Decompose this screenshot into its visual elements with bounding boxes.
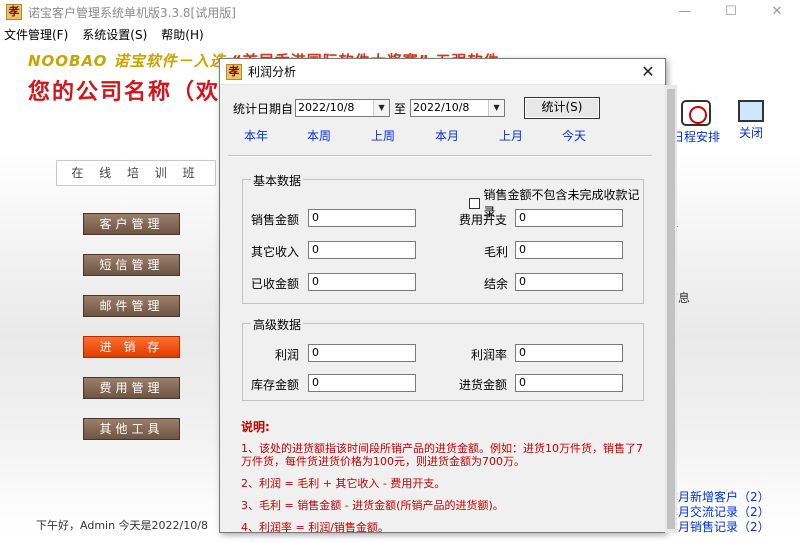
period-last-week[interactable]: 上周	[371, 127, 395, 144]
advanced-data-title: 高级数据	[251, 316, 304, 333]
checkbox-unchecked-icon[interactable]	[469, 197, 480, 209]
nav-customer-management[interactable]: 客户管理	[83, 213, 180, 235]
date-to-picker[interactable]: 2022/10/8 ▼	[410, 99, 506, 117]
nav-inventory[interactable]: 进 销 存	[83, 336, 180, 358]
sales-amount-field[interactable]: 0	[308, 209, 416, 227]
gross-profit-field[interactable]: 0	[515, 241, 623, 259]
purchase-amount-field[interactable]: 0	[515, 374, 623, 392]
statistics-button[interactable]: 统计(S)	[524, 97, 600, 119]
other-income-field[interactable]: 0	[308, 241, 416, 259]
purchase-amount-label: 进货金额	[459, 378, 508, 392]
other-income-label: 其它收入	[251, 245, 300, 259]
schedule-label: 日程安排	[672, 130, 721, 144]
schedule-button[interactable]: 日程安排	[672, 100, 720, 145]
gross-profit-label: 毛利	[484, 245, 509, 259]
profit-label: 利润	[275, 348, 300, 362]
received-amount-field[interactable]: 0	[308, 273, 416, 291]
close-app-label: 关闭	[738, 126, 763, 140]
inventory-amount-field[interactable]: 0	[308, 374, 416, 392]
received-amount-label: 已收金额	[251, 277, 300, 291]
period-this-year[interactable]: 本年	[244, 127, 268, 144]
inventory-amount-label: 库存金额	[251, 378, 300, 392]
note-item: 3、毛利 = 销售金额 - 进货金额(所销产品的进货额)。	[241, 499, 504, 512]
balance-label: 结余	[484, 277, 509, 291]
note-item: 1、该处的进货额指该时间段所销产品的进货金额。例如：进货10万件货，销售了7万件…	[241, 442, 643, 468]
advanced-data-group: 高级数据 利润 0 库存金额 0 利润率 0 进货金额 0	[242, 316, 644, 401]
app-titlebar: 孝 诺宝客户管理系统单机版3.3.8[试用版] — ☐ ✕	[0, 0, 800, 24]
balance-field[interactable]: 0	[515, 273, 623, 291]
dialog-close-button[interactable]: ✕	[637, 61, 659, 83]
date-range-row: 统计日期自 2022/10/8 ▼ 至 2022/10/8 ▼	[233, 99, 506, 117]
period-last-month[interactable]: 上月	[499, 127, 523, 144]
divider	[228, 155, 652, 157]
basic-data-group: 基本数据 销售金额不包含未完成收款记录 销售金额 0 其它收入 0 已收金额 0…	[242, 172, 644, 304]
notes-section: 说明: 1、该处的进货额指该时间段所销产品的进货金额。例如：进货10万件货，销售…	[241, 421, 651, 543]
profit-rate-field[interactable]: 0	[515, 344, 623, 362]
note-item: 4、利润率 = 利润/销售金额。	[241, 521, 389, 534]
app-logo-icon: 孝	[6, 4, 22, 20]
app-title: 诺宝客户管理系统单机版3.3.8[试用版]	[28, 5, 236, 20]
quick-period-links: 本年 本周 上周 本月 上月 今天	[244, 127, 604, 143]
computer-exit-icon	[738, 100, 764, 122]
dialog-logo-icon: 孝	[226, 63, 242, 80]
close-window-button[interactable]: ✕	[754, 0, 800, 24]
calendar-clock-icon	[681, 100, 711, 126]
date-from-picker[interactable]: 2022/10/8 ▼	[295, 99, 391, 117]
menubar: 文件管理(F) 系统设置(S) 帮助(H)	[0, 24, 800, 44]
profit-analysis-dialog: 孝 利润分析 ✕ 统计日期自 2022/10/8 ▼ 至 2022/10/8 ▼…	[219, 58, 677, 534]
dialog-titlebar: 孝 利润分析 ✕	[220, 59, 665, 85]
status-greeting: 下午好，Admin 今天是2022/10/8	[36, 519, 208, 532]
maximize-button[interactable]: ☐	[708, 0, 754, 24]
period-this-month[interactable]: 本月	[435, 127, 459, 144]
date-to-label: 至	[394, 101, 407, 116]
nav-sms-management[interactable]: 短信管理	[83, 254, 180, 276]
profit-rate-label: 利润率	[471, 348, 508, 362]
close-app-button[interactable]: 关闭	[738, 100, 764, 141]
chevron-down-icon[interactable]: ▼	[488, 100, 505, 116]
nav-email-management[interactable]: 邮件管理	[83, 295, 180, 317]
window-controls: — ☐ ✕	[662, 0, 800, 24]
chevron-down-icon[interactable]: ▼	[373, 100, 390, 116]
menu-file[interactable]: 文件管理(F)	[4, 26, 68, 43]
expense-label: 费用开支	[459, 213, 508, 227]
menu-settings[interactable]: 系统设置(S)	[82, 26, 147, 43]
notes-title: 说明:	[241, 420, 270, 434]
minimize-button[interactable]: —	[662, 0, 708, 24]
menu-help[interactable]: 帮助(H)	[161, 26, 203, 43]
dialog-title: 利润分析	[248, 65, 297, 79]
scrollbar-thumb[interactable]	[667, 89, 675, 529]
sales-amount-label: 销售金额	[251, 213, 300, 227]
expense-field[interactable]: 0	[515, 209, 623, 227]
company-name: 您的公司名称（欢	[28, 80, 221, 105]
online-training-button[interactable]: 在 线 培 训 班	[56, 160, 216, 186]
basic-data-title: 基本数据	[251, 172, 304, 189]
period-today[interactable]: 今天	[562, 127, 586, 144]
note-item: 2、利润 = 毛利 + 其它收入 - 费用开支。	[241, 477, 446, 490]
nav-other-tools[interactable]: 其他工具	[83, 418, 180, 440]
period-this-week[interactable]: 本周	[307, 127, 331, 144]
date-from-label: 统计日期自	[233, 101, 294, 116]
nav-expense-management[interactable]: 费用管理	[83, 377, 180, 399]
link-sales-records[interactable]: 本月销售记录（2）	[666, 518, 770, 535]
profit-field[interactable]: 0	[308, 344, 416, 362]
background-scrollbar[interactable]	[665, 85, 677, 533]
